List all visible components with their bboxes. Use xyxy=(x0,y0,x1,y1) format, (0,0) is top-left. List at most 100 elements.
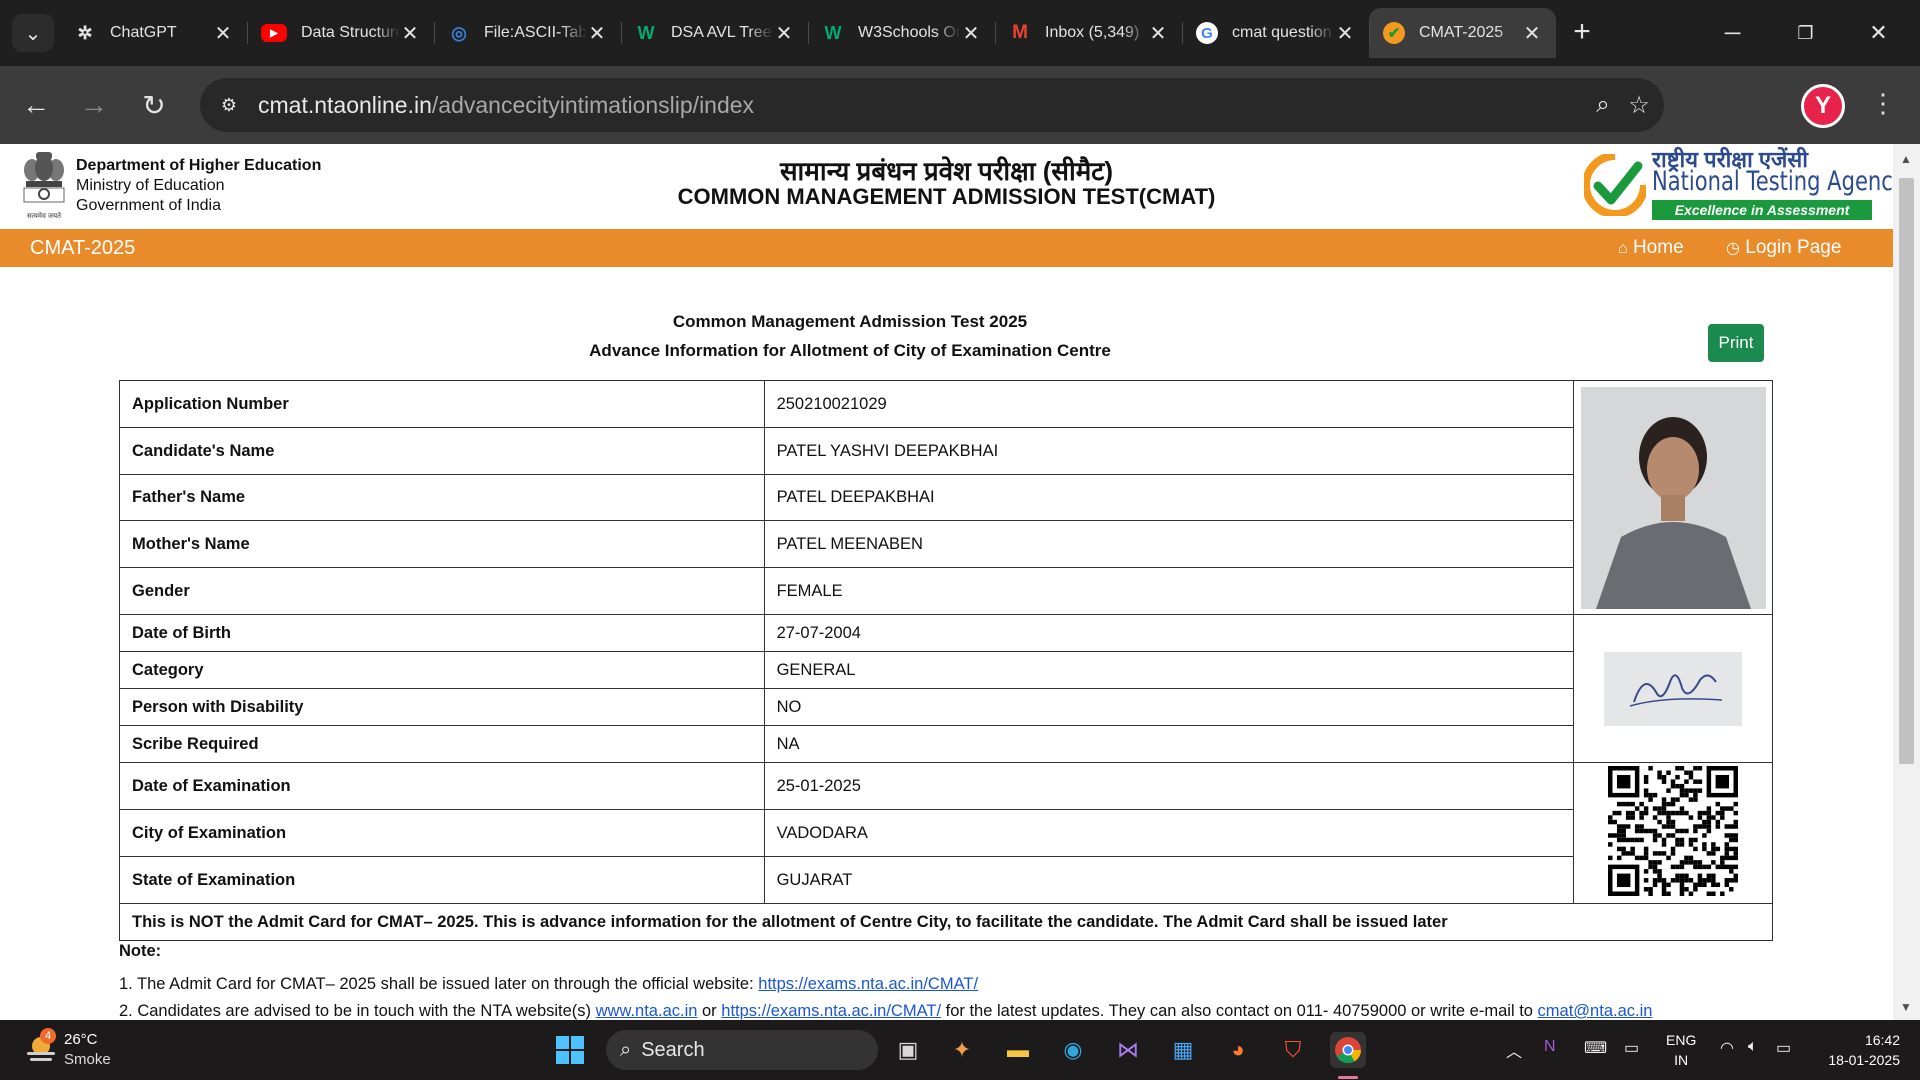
close-icon[interactable]: ✕ xyxy=(1335,21,1355,46)
login-page-link[interactable]: ◷ Login Page xyxy=(1726,237,1841,259)
candidate-info-table: Application Number 250210021029 Candidat… xyxy=(119,380,1773,941)
admit-card-notice: This is NOT the Admit Card for CMAT– 202… xyxy=(119,903,1773,941)
weather-temperature[interactable]: 26°C xyxy=(64,1031,98,1048)
close-icon[interactable]: ✕ xyxy=(400,21,420,46)
scroll-thumb[interactable] xyxy=(1899,178,1914,764)
tab-cmat[interactable]: ✔ CMAT-2025 ✕ xyxy=(1369,8,1556,58)
task-view-icon[interactable]: ▣ xyxy=(890,1032,926,1068)
close-icon[interactable]: ✕ xyxy=(1522,21,1542,46)
nta-name-english: National Testing Agency xyxy=(1652,166,1893,197)
minimize-icon[interactable]: ─ xyxy=(1696,0,1769,66)
windows-taskbar: 4 26°C Smoke ⌕ Search ▣ ✦ ▬ ◉ ⋈ ▦ ◕ ⛉ ︿ … xyxy=(0,1020,1920,1080)
tab-title: Data Structures xyxy=(301,24,400,41)
tab-gmail[interactable]: M Inbox (5,349) ✕ xyxy=(995,8,1182,58)
restore-icon[interactable]: ❐ xyxy=(1769,0,1842,66)
browser-menu-icon[interactable]: ⋮ xyxy=(1870,88,1896,119)
field-label: Date of Birth xyxy=(119,614,765,652)
windows-start-icon[interactable] xyxy=(552,1032,588,1068)
onenote-icon[interactable]: N xyxy=(1544,1038,1556,1056)
copilot-icon[interactable]: ✦ xyxy=(944,1032,980,1068)
scroll-down-icon[interactable]: ▼ xyxy=(1900,1000,1912,1014)
cmat-exam-link[interactable]: https://exams.nta.ac.in/CMAT/ xyxy=(721,1002,941,1020)
edge-icon[interactable]: ◉ xyxy=(1055,1032,1091,1068)
home-link[interactable]: ⌂ Home xyxy=(1618,237,1684,259)
table-row: Mother's Name PATEL MEENABEN xyxy=(119,520,1773,568)
close-icon[interactable]: ✕ xyxy=(587,21,607,46)
new-tab-icon[interactable]: + xyxy=(1564,14,1600,50)
bookmark-star-icon[interactable]: ☆ xyxy=(1622,88,1656,122)
visual-studio-icon[interactable]: ⋈ xyxy=(1110,1032,1146,1068)
tab-dsa-avl[interactable]: W DSA AVL Trees ✕ xyxy=(621,8,808,58)
forward-icon[interactable]: → xyxy=(74,85,114,125)
tab-title: CMAT-2025 xyxy=(1419,24,1504,41)
signature-cell xyxy=(1573,614,1773,763)
field-value: NO xyxy=(763,688,1575,726)
field-value: VADODARA xyxy=(763,809,1575,857)
site-info-icon[interactable]: ⚙ xyxy=(212,88,246,122)
tab-w3schools[interactable]: W W3Schools Online ✕ xyxy=(808,8,995,58)
back-icon[interactable]: ← xyxy=(16,85,56,125)
language-indicator[interactable]: ENG IN xyxy=(1666,1030,1696,1070)
qr-code-icon xyxy=(1608,765,1738,896)
tab-title: DSA AVL Trees xyxy=(671,24,774,41)
address-bar[interactable]: ⚙ cmat.ntaonline.in/advancecityintimatio… xyxy=(200,78,1664,132)
table-row: Person with Disability NO xyxy=(119,688,1773,726)
tab-search-icon[interactable]: ⌄ xyxy=(12,14,54,52)
taskbar-search[interactable]: ⌕ Search xyxy=(606,1030,878,1070)
close-icon[interactable]: ✕ xyxy=(961,21,981,46)
nta-website-link[interactable]: www.nta.ac.in xyxy=(596,1002,698,1020)
brave-icon[interactable]: ⛉ xyxy=(1275,1032,1311,1068)
url-text[interactable]: cmat.ntaonline.in/advancecityintimations… xyxy=(258,92,754,119)
field-label: Mother's Name xyxy=(119,520,765,568)
note-text: for the latest updates. They can also co… xyxy=(941,1002,1538,1020)
field-label: State of Examination xyxy=(119,856,765,904)
display-icon[interactable]: ▭ xyxy=(1624,1038,1639,1058)
close-icon[interactable]: ✕ xyxy=(1148,21,1168,46)
battery-icon[interactable]: ▭ xyxy=(1776,1038,1791,1058)
navbar-brand[interactable]: CMAT-2025 xyxy=(30,237,135,260)
print-button[interactable]: Print xyxy=(1708,324,1764,362)
tab-chatgpt[interactable]: ✲ ChatGPT ✕ xyxy=(60,8,247,58)
table-row: State of Examination GUJARAT xyxy=(119,856,1773,904)
field-value: PATEL YASHVI DEEPAKBHAI xyxy=(763,427,1575,475)
wifi-icon[interactable]: ◠ xyxy=(1720,1038,1734,1058)
firefox-icon[interactable]: ◕ xyxy=(1220,1032,1256,1068)
microsoft-store-icon[interactable]: ▦ xyxy=(1165,1032,1201,1068)
tab-data-structures[interactable]: ▶ Data Structures ✕ xyxy=(247,8,434,58)
field-value: GENERAL xyxy=(763,651,1575,689)
profile-avatar[interactable]: Y xyxy=(1801,84,1845,128)
notice-row: This is NOT the Admit Card for CMAT– 202… xyxy=(119,903,1773,941)
volume-icon[interactable]: 🔈︎ xyxy=(1748,1038,1758,1056)
nta-check-icon xyxy=(1584,154,1646,216)
tab-title: File:ASCII-Table xyxy=(484,24,587,41)
tab-google-search[interactable]: G cmat question paper ✕ xyxy=(1182,8,1369,58)
tab-ascii-table[interactable]: ◎ File:ASCII-Table ✕ xyxy=(434,8,621,58)
scroll-up-icon[interactable]: ▲ xyxy=(1900,152,1912,166)
show-hidden-icons-icon[interactable]: ︿ xyxy=(1506,1038,1522,1062)
cmat-email-link[interactable]: cmat@nta.ac.in xyxy=(1538,1002,1653,1020)
tab-list: ✲ ChatGPT ✕ ▶ Data Structures ✕ ◎ File:A… xyxy=(60,8,1556,58)
keyboard-icon[interactable]: ⌨ xyxy=(1584,1038,1607,1058)
clock-date: 18-01-2025 xyxy=(1828,1052,1900,1068)
url-path: /advancecityintimationslip/index xyxy=(431,92,755,118)
weather-alert-badge: 4 xyxy=(40,1028,56,1044)
field-label: Person with Disability xyxy=(119,688,765,726)
field-value: NA xyxy=(763,725,1575,763)
weather-condition[interactable]: Smoke xyxy=(64,1051,111,1068)
field-value: PATEL DEEPAKBHAI xyxy=(763,474,1575,521)
tab-title: ChatGPT xyxy=(110,24,177,41)
close-icon[interactable]: ✕ xyxy=(774,21,794,46)
page-scrollbar[interactable]: ▲ ▼ xyxy=(1893,144,1920,1020)
note-text: 2. Candidates are advised to be in touch… xyxy=(119,1002,596,1020)
system-clock[interactable]: 16:42 18-01-2025 xyxy=(1820,1030,1900,1070)
chrome-icon[interactable] xyxy=(1330,1032,1366,1068)
reload-icon[interactable]: ↻ xyxy=(134,85,174,125)
close-icon[interactable]: ✕ xyxy=(213,21,233,46)
tab-title: Inbox (5,349) xyxy=(1045,24,1140,41)
window-close-icon[interactable]: ✕ xyxy=(1842,0,1915,66)
zoom-icon[interactable]: ⌕ xyxy=(1586,88,1620,122)
cmat-exam-link[interactable]: https://exams.nta.ac.in/CMAT/ xyxy=(758,975,978,993)
file-explorer-icon[interactable]: ▬ xyxy=(1000,1032,1036,1068)
qr-cell xyxy=(1573,762,1773,904)
site-header: सत्यमेव जयते Department of Higher Educat… xyxy=(0,144,1893,229)
